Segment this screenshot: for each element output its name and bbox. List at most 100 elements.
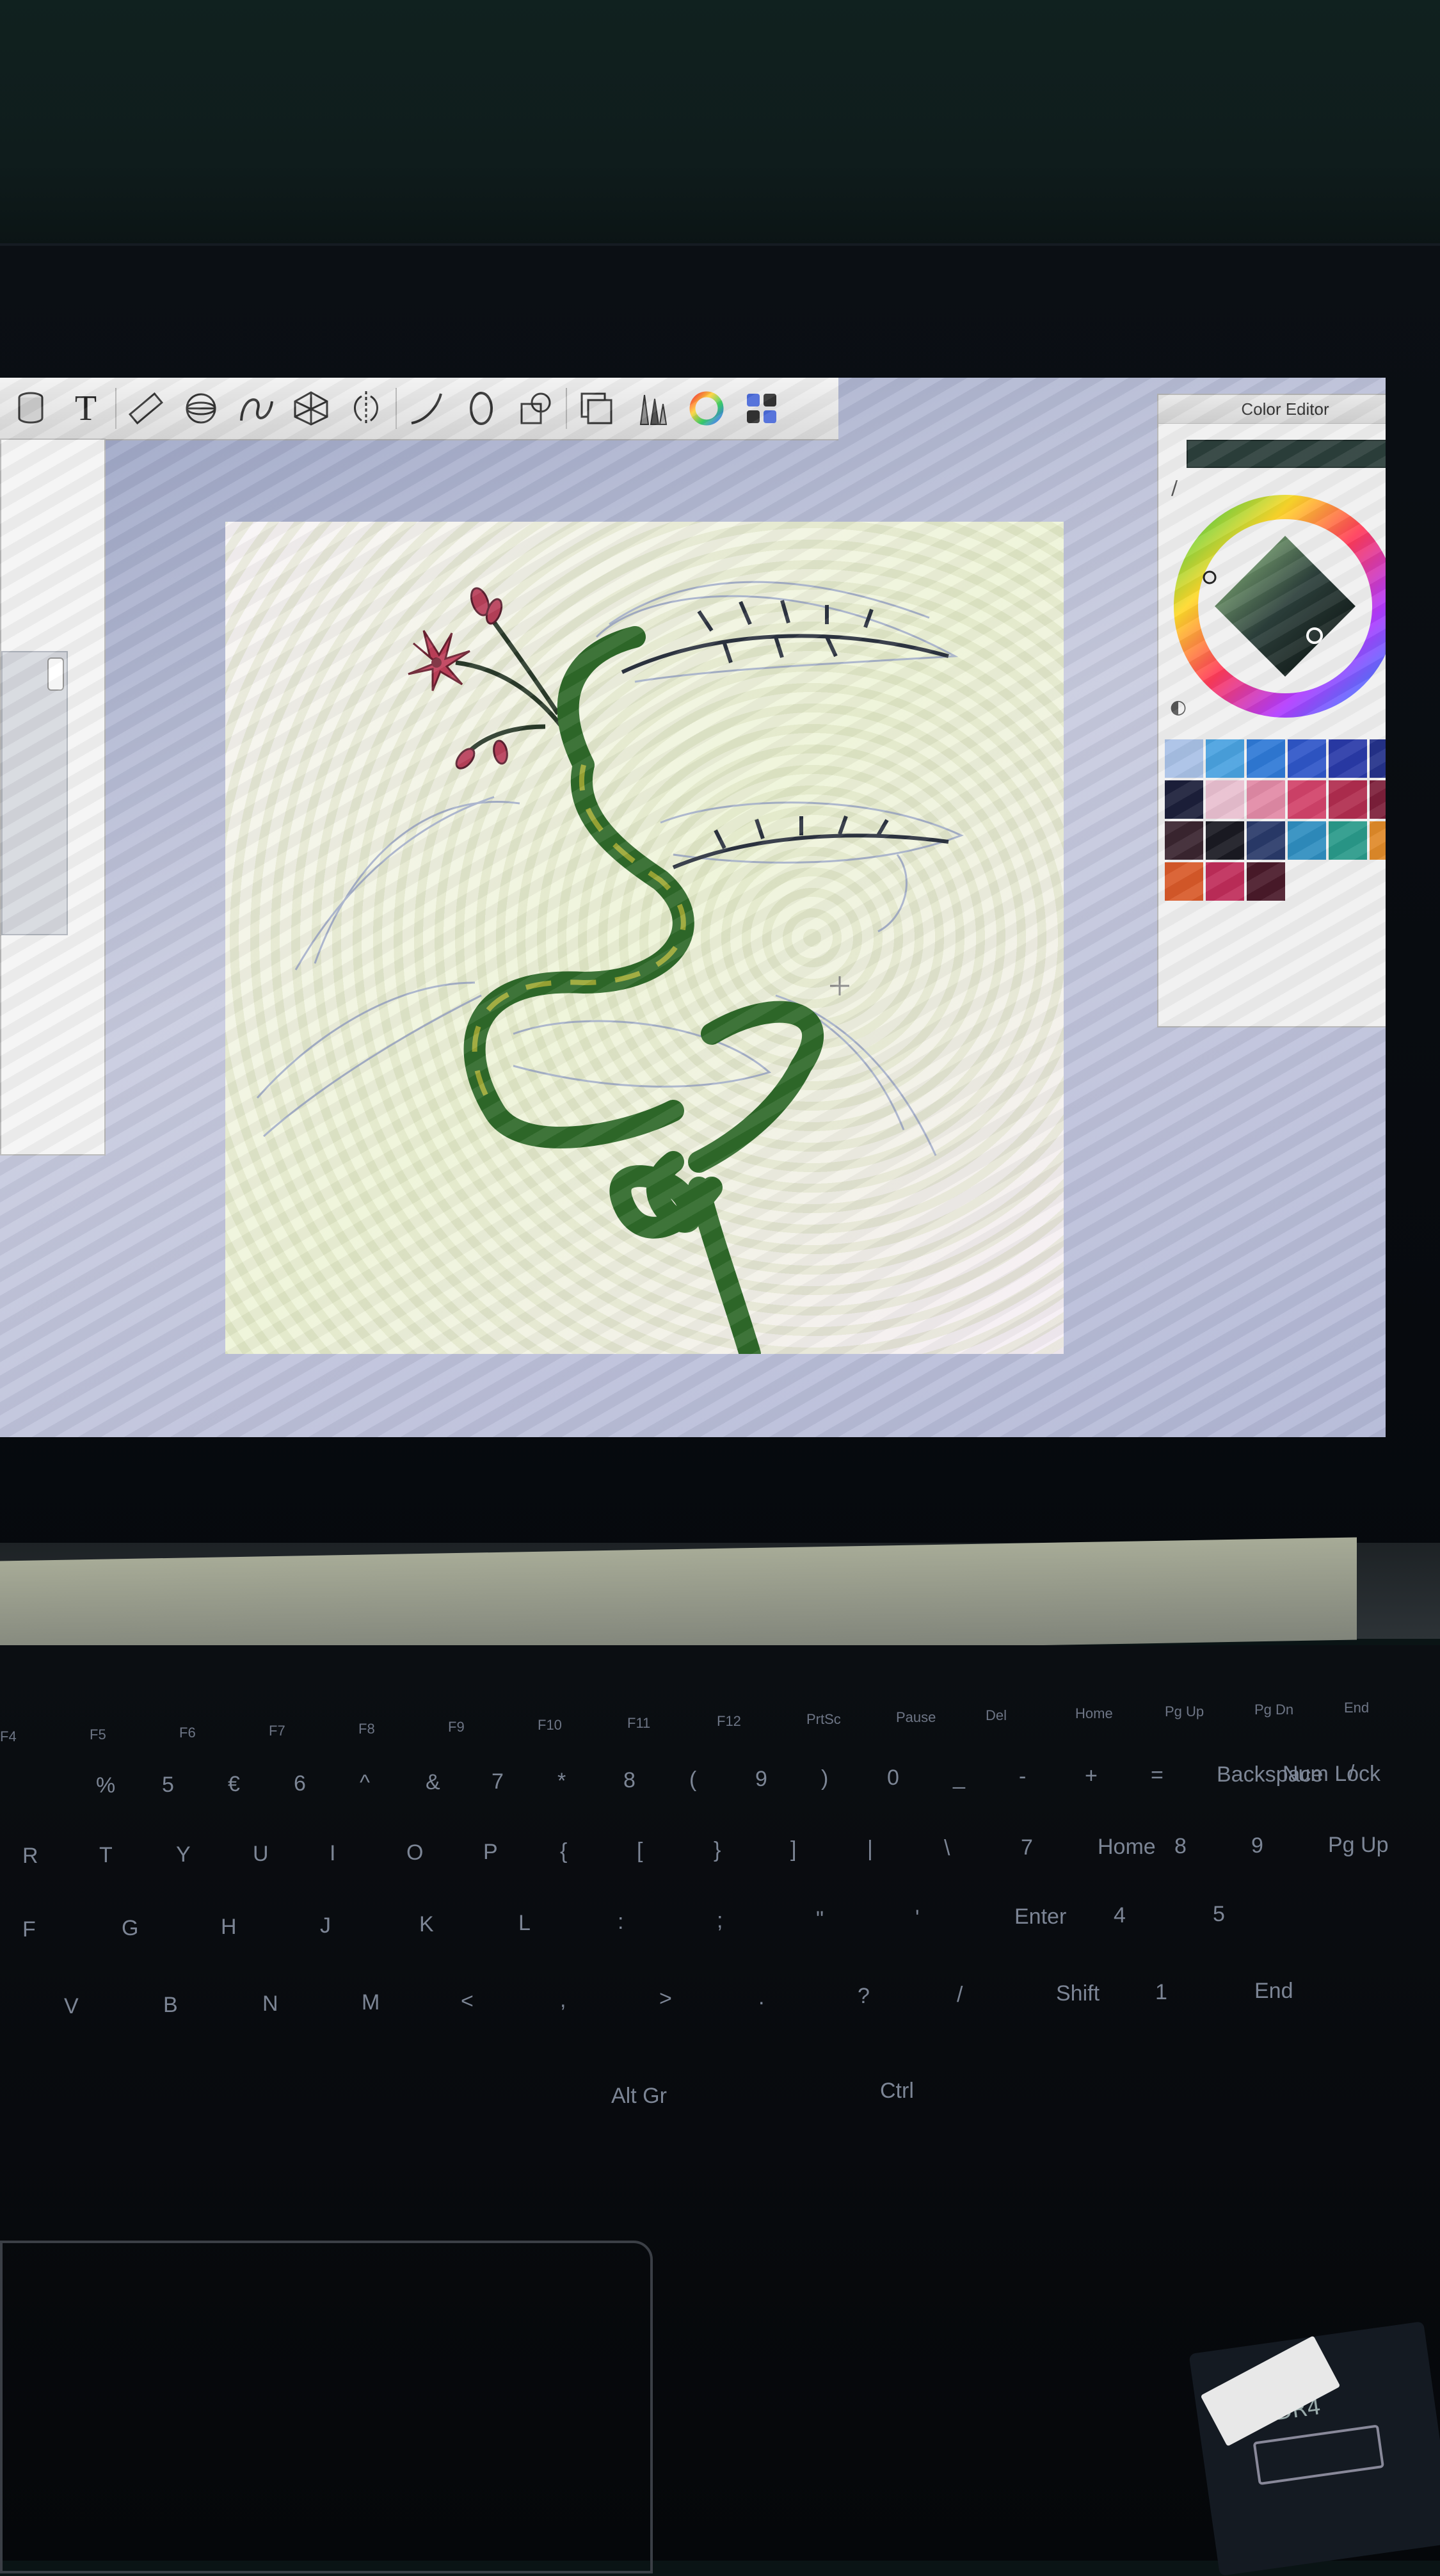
key-label[interactable]: Ctrl [880,2079,914,2104]
scrollbar-thumb[interactable] [47,657,64,691]
key-label[interactable]: F7 [269,1723,285,1739]
key-label[interactable]: > [659,1986,672,2011]
key-label[interactable]: Enter [1014,1904,1066,1929]
key-label[interactable]: _ [953,1765,965,1790]
color-swatch[interactable] [1288,780,1326,819]
key-label[interactable]: F4 [0,1728,17,1745]
key-label[interactable]: = [1151,1763,1164,1788]
key-label[interactable]: - [1019,1764,1026,1789]
color-swatch[interactable] [1288,739,1326,778]
key-label[interactable]: 8 [623,1768,636,1793]
key-label[interactable]: } [714,1838,721,1863]
ellipse-icon[interactable] [456,383,507,434]
key-label[interactable]: K [419,1912,434,1937]
color-swatch[interactable] [1206,862,1244,901]
key-label[interactable]: R [22,1844,38,1869]
key-label[interactable]: 5 [1213,1902,1225,1927]
key-label[interactable]: 9 [1251,1833,1263,1858]
key-label[interactable]: Home [1098,1835,1156,1860]
color-swatch[interactable] [1165,780,1203,819]
key-label[interactable]: Pg Up [1328,1833,1389,1858]
key-label[interactable]: / [1348,1761,1354,1786]
key-label[interactable]: V [64,1994,79,2019]
cylinder-icon[interactable] [5,383,56,434]
color-swatch[interactable] [1206,780,1244,819]
key-label[interactable]: 9 [755,1767,767,1792]
color-editor-title[interactable]: Color Editor [1158,395,1386,424]
color-swatch[interactable] [1288,821,1326,860]
color-wheel[interactable] [1170,491,1386,721]
current-color-bar[interactable] [1187,440,1386,468]
key-label[interactable]: | [867,1837,873,1862]
color-wheel-icon[interactable] [681,383,732,434]
key-label[interactable]: B [163,1993,178,2018]
key-label[interactable]: F10 [538,1717,562,1734]
symmetry-icon[interactable] [340,383,392,434]
key-label[interactable]: F5 [90,1727,106,1743]
key-label[interactable]: J [320,1913,331,1938]
key-label[interactable]: ' [915,1906,920,1931]
key-label[interactable]: N [262,1992,278,2017]
key-label[interactable]: O [406,1840,423,1865]
key-label[interactable]: " [816,1907,824,1932]
key-label[interactable]: F [22,1917,36,1942]
key-label[interactable]: T [99,1843,113,1868]
curve-icon[interactable] [230,383,282,434]
shape-icon[interactable] [511,383,562,434]
key-label[interactable]: End [1254,1979,1293,2004]
key-label[interactable]: U [253,1842,269,1867]
stroke-icon[interactable] [401,383,452,434]
drawing-canvas[interactable] [225,522,1064,1354]
color-swatch[interactable] [1206,821,1244,860]
key-label[interactable]: H [221,1915,237,1940]
brush-library-icon[interactable] [626,383,677,434]
key-label[interactable]: . [758,1985,764,2010]
key-label[interactable]: % [96,1773,115,1798]
key-label[interactable]: G [122,1916,138,1941]
key-label[interactable]: Home [1075,1705,1113,1722]
key-label[interactable]: € [228,1772,240,1797]
key-label[interactable]: 7 [492,1769,504,1794]
key-label[interactable]: ) [821,1766,828,1791]
color-swatch[interactable] [1329,739,1367,778]
color-swatch[interactable] [1370,821,1386,860]
key-label[interactable]: ^ [360,1771,370,1796]
key-label[interactable]: F8 [358,1721,375,1737]
color-swatch[interactable] [1329,821,1367,860]
color-swatch[interactable] [1370,739,1386,778]
key-label[interactable]: { [560,1839,567,1864]
key-label[interactable]: 7 [1021,1835,1033,1860]
key-label[interactable]: M [362,1990,380,2015]
ellipse-guide-icon[interactable] [175,383,227,434]
key-label[interactable]: F6 [179,1725,196,1741]
key-label[interactable]: < [461,1989,474,2014]
key-label[interactable]: F11 [627,1715,650,1732]
color-swatch[interactable] [1165,862,1203,901]
perspective-grid-icon[interactable] [285,383,337,434]
color-swatch[interactable] [1370,780,1386,819]
color-history-icon[interactable]: ◐ [1170,696,1187,718]
swatches-icon[interactable] [736,383,787,434]
color-swatch[interactable] [1329,780,1367,819]
key-label[interactable]: ( [689,1767,696,1792]
key-label[interactable]: L [518,1911,531,1936]
key-label[interactable]: 1 [1155,1980,1167,2005]
key-label[interactable]: 5 [162,1773,174,1798]
touchpad[interactable] [0,2241,653,2573]
key-label[interactable]: I [330,1841,335,1866]
layer-list[interactable] [1,651,68,935]
key-label[interactable]: Y [176,1842,191,1867]
color-swatch[interactable] [1165,821,1203,860]
color-swatch[interactable] [1206,739,1244,778]
key-label[interactable]: 6 [294,1771,306,1796]
key-label[interactable]: ; [717,1908,723,1933]
key-label[interactable]: Pg Dn [1254,1702,1293,1718]
key-label[interactable]: End [1344,1700,1369,1716]
key-label[interactable]: 8 [1174,1834,1187,1859]
color-swatch[interactable] [1247,780,1285,819]
color-swatch[interactable] [1247,862,1285,901]
key-label[interactable]: ? [858,1984,870,2009]
key-label[interactable]: Pause [896,1709,936,1726]
color-swatch[interactable] [1247,739,1285,778]
key-label[interactable]: F9 [448,1719,465,1735]
